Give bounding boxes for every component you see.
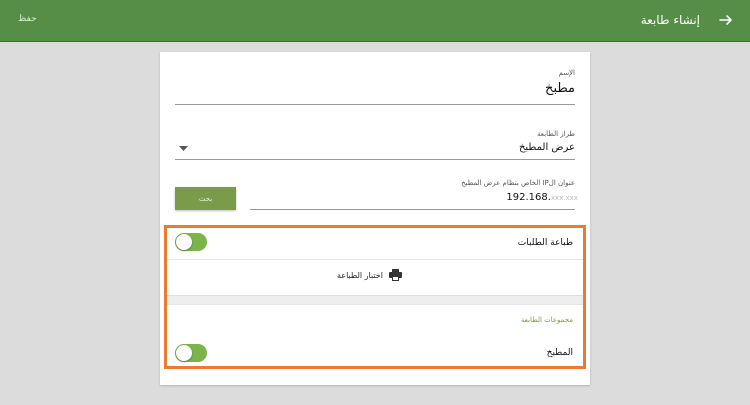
printer-form-card: الإسم مطبخ طراز الطابعة عرض المطبخ عنوان… [160, 52, 590, 385]
save-button[interactable]: حفظ [18, 14, 37, 24]
toggle-knob [176, 234, 192, 250]
app-bar: حفظ إنشاء طابعة [0, 0, 750, 42]
printer-groups-title: مجموعات الطابعة [520, 316, 573, 324]
ip-field[interactable]: 192.168. xxx.xxx [506, 192, 578, 203]
order-printing-label: طباعة الطلبات [517, 238, 573, 248]
search-button[interactable]: بحث [175, 187, 236, 210]
printer-model-underline [175, 159, 575, 160]
arrow-right-icon[interactable] [718, 12, 734, 28]
ip-field-underline [250, 209, 575, 210]
toggle-knob [176, 345, 192, 361]
kitchen-group-label: المطبخ [546, 348, 573, 358]
ip-field-placeholder: xxx.xxx [550, 194, 578, 202]
kitchen-group-toggle[interactable] [175, 344, 207, 362]
order-printing-toggle[interactable] [175, 233, 207, 251]
name-field-underline [175, 104, 575, 105]
print-test-button[interactable]: اختبار الطباعة [337, 268, 402, 282]
printer-model-label: طراز الطابعة [536, 130, 575, 138]
printing-section: طباعة الطلبات اختبار الطباعة مجموعات الط… [164, 225, 586, 369]
printer-icon [388, 269, 402, 281]
chevron-down-icon[interactable] [179, 146, 188, 152]
name-field-label: الإسم [558, 69, 575, 77]
row-divider [167, 259, 583, 260]
ip-field-value: 192.168. [506, 192, 551, 203]
ip-field-label: عنوان الIP الخاص بنظام عرض المطبخ [461, 179, 575, 187]
print-test-label: اختبار الطباعة [337, 270, 383, 280]
section-separator [167, 295, 583, 305]
name-field[interactable]: مطبخ [545, 81, 575, 96]
printer-model-select[interactable]: عرض المطبخ [519, 142, 575, 153]
page-title: إنشاء طابعة [640, 13, 700, 27]
